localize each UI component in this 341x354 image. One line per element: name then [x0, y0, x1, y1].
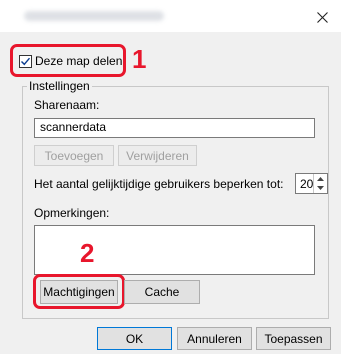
chevron-up-icon	[317, 176, 324, 181]
ok-button[interactable]: OK	[97, 327, 172, 350]
chevron-down-icon	[317, 186, 324, 191]
cancel-button[interactable]: Annuleren	[177, 327, 252, 350]
limit-users-label: Het aantal gelijktijdige gebruikers bepe…	[34, 177, 284, 191]
limit-users-stepper[interactable]: 20	[295, 173, 328, 194]
close-icon	[316, 11, 328, 23]
callout-1-number: 1	[132, 44, 147, 74]
add-button[interactable]: Toevoegen	[34, 145, 114, 166]
callout-2-number: 2	[80, 238, 95, 268]
close-button[interactable]	[311, 6, 333, 28]
comments-textarea[interactable]	[34, 225, 315, 275]
cache-button[interactable]: Cache	[124, 280, 200, 304]
sharename-label: Sharenaam:	[34, 98, 100, 112]
callout-2-highlight	[33, 274, 125, 309]
stepper-arrows[interactable]	[313, 174, 327, 193]
stepper-down-button[interactable]	[314, 184, 327, 194]
stepper-up-button[interactable]	[314, 174, 327, 184]
title-bar	[0, 0, 341, 32]
window-title-blurred	[24, 11, 164, 21]
remove-button[interactable]: Verwijderen	[118, 145, 197, 166]
dialog-body: Deze map delen 1 Instellingen Sharenaam:…	[0, 32, 341, 354]
sharename-input[interactable]: scannerdata	[34, 118, 315, 138]
limit-users-value[interactable]: 20	[300, 177, 313, 191]
callout-1-highlight	[10, 44, 126, 77]
comments-label: Opmerkingen:	[34, 206, 110, 220]
settings-group-label: Instellingen	[27, 79, 92, 93]
apply-button[interactable]: Toepassen	[256, 327, 331, 350]
